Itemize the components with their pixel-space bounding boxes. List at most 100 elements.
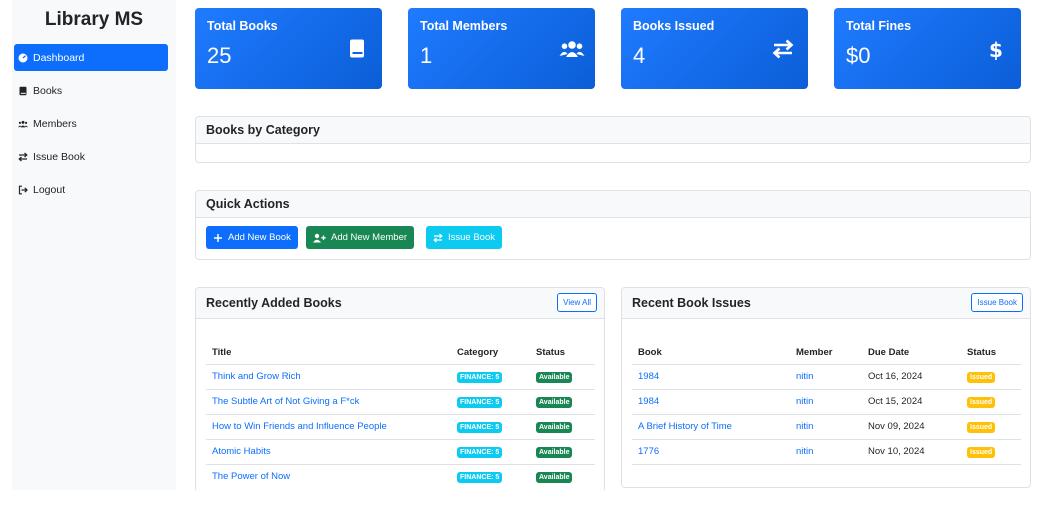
button-label: Add New Book: [228, 232, 291, 243]
table-header-row: Book Member Due Date Status: [632, 341, 1021, 365]
stat-label: Total Books: [207, 19, 278, 33]
column-header: Category: [451, 341, 530, 365]
book-title-link[interactable]: The Subtle Art of Not Giving a F*ck: [206, 389, 451, 415]
card-header: Recently Added Books View All: [196, 288, 604, 319]
column-header: Member: [790, 341, 862, 365]
column-header: Book: [632, 341, 790, 365]
table-row: 1776 nitin Nov 10, 2024 Issued: [632, 439, 1021, 465]
status-badge: Available: [536, 371, 573, 383]
plus-icon: [214, 233, 222, 242]
status-badge: Issued: [967, 396, 996, 408]
table-row: 1984 nitin Oct 15, 2024 Issued: [632, 389, 1021, 415]
add-new-book-button[interactable]: Add New Book: [206, 226, 298, 249]
table-row: Think and Grow Rich FINANCE: 5 Available: [206, 364, 595, 390]
sidebar: Library MS Dashboard Books Members Issue…: [12, 0, 176, 490]
member-link[interactable]: nitin: [790, 414, 862, 440]
stat-card-books-issued: Books Issued 4: [621, 8, 808, 89]
sidebar-item-books[interactable]: Books: [14, 77, 168, 104]
column-header: Status: [530, 341, 595, 365]
category-badge: FINANCE: 5: [457, 446, 503, 458]
stat-card-total-books: Total Books 25: [195, 8, 382, 89]
table-row: The Power of Now FINANCE: 5 Available: [206, 464, 595, 489]
exchange-icon: [433, 233, 443, 242]
table-row: A Brief History of Time nitin Nov 09, 20…: [632, 414, 1021, 440]
sidebar-item-members[interactable]: Members: [14, 110, 168, 137]
card-title: Recently Added Books: [206, 296, 342, 310]
button-label: Issue Book: [448, 232, 495, 243]
status-badge: Available: [536, 471, 573, 483]
table-row: How to Win Friends and Influence People …: [206, 414, 595, 440]
table-row: The Subtle Art of Not Giving a F*ck FINA…: [206, 389, 595, 415]
logout-icon: [18, 185, 28, 194]
stat-value: $0: [846, 43, 871, 68]
card-header: Recent Book Issues Issue Book: [622, 288, 1030, 319]
users-icon: [559, 41, 585, 57]
sidebar-item-label: Books: [33, 84, 63, 97]
stat-value: 4: [633, 43, 646, 68]
category-badge: FINANCE: 5: [457, 396, 503, 408]
recent-issues-card: Recent Book Issues Issue Book Book Membe…: [621, 287, 1031, 488]
member-link[interactable]: nitin: [790, 389, 862, 415]
book-link[interactable]: 1984: [632, 389, 790, 415]
sidebar-item-logout[interactable]: Logout: [14, 176, 168, 203]
book-icon: [19, 86, 27, 95]
exchange-icon: [772, 39, 794, 59]
due-date: Oct 16, 2024: [862, 364, 961, 390]
book-link[interactable]: A Brief History of Time: [632, 414, 790, 440]
stat-label: Total Fines: [846, 19, 912, 33]
category-badge: FINANCE: 5: [457, 471, 503, 483]
card-title: Books by Category: [196, 117, 1030, 144]
stat-value: 1: [420, 43, 433, 68]
member-link[interactable]: nitin: [790, 364, 862, 390]
book-icon: [350, 39, 364, 58]
sidebar-item-label: Dashboard: [33, 51, 85, 64]
view-all-button[interactable]: View All: [557, 293, 597, 312]
status-badge: Issued: [967, 446, 996, 458]
svg-text:$: $: [989, 38, 1003, 60]
stat-label: Total Members: [420, 19, 508, 33]
recent-books-table: Title Category Status Think and Grow Ric…: [206, 341, 595, 489]
column-header: Status: [961, 341, 1021, 365]
column-header: Due Date: [862, 341, 961, 365]
dollar-icon: $: [989, 38, 1003, 60]
category-badge: FINANCE: 5: [457, 371, 503, 383]
book-title-link[interactable]: Think and Grow Rich: [206, 364, 451, 390]
status-badge: Available: [536, 421, 573, 433]
book-link[interactable]: 1776: [632, 439, 790, 465]
sidebar-item-dashboard[interactable]: Dashboard: [14, 44, 168, 71]
recent-issues-table: Book Member Due Date Status 1984 nitin O…: [632, 341, 1021, 465]
book-link[interactable]: 1984: [632, 364, 790, 390]
recent-books-card: Recently Added Books View All Title Cate…: [195, 287, 605, 490]
status-badge: Available: [536, 396, 573, 408]
issue-book-header-button[interactable]: Issue Book: [971, 293, 1023, 312]
sidebar-item-issue-book[interactable]: Issue Book: [14, 143, 168, 170]
table-row: Atomic Habits FINANCE: 5 Available: [206, 439, 595, 465]
book-title-link[interactable]: How to Win Friends and Influence People: [206, 414, 451, 440]
card-title: Recent Book Issues: [632, 296, 751, 310]
sidebar-item-label: Logout: [33, 183, 66, 196]
category-badge: FINANCE: 5: [457, 421, 503, 433]
app: Library MS Dashboard Books Members Issue…: [0, 0, 1051, 513]
member-link[interactable]: nitin: [790, 439, 862, 465]
stat-card-total-fines: Total Fines $0 $: [834, 8, 1021, 89]
brand-title: Library MS: [44, 9, 144, 30]
users-icon: [18, 120, 28, 127]
stat-card-total-members: Total Members 1: [408, 8, 595, 89]
exchange-icon: [18, 152, 28, 161]
user-plus-icon: [313, 233, 326, 242]
status-badge: Issued: [967, 371, 996, 383]
dashboard-icon: [18, 53, 28, 62]
table-row: 1984 nitin Oct 16, 2024 Issued: [632, 364, 1021, 390]
due-date: Nov 09, 2024: [862, 414, 961, 440]
issue-book-button[interactable]: Issue Book: [426, 226, 502, 249]
book-title-link[interactable]: Atomic Habits: [206, 439, 451, 465]
due-date: Nov 10, 2024: [862, 439, 961, 465]
quick-actions-card: Quick Actions Add New Book Add New Membe…: [195, 190, 1031, 260]
status-badge: Available: [536, 446, 573, 458]
add-new-member-button[interactable]: Add New Member: [306, 226, 415, 249]
column-header: Title: [206, 341, 451, 365]
books-by-category-card: Books by Category: [195, 116, 1031, 163]
table-header-row: Title Category Status: [206, 341, 595, 365]
sidebar-item-label: Members: [33, 117, 77, 130]
book-title-link[interactable]: The Power of Now: [206, 464, 451, 489]
